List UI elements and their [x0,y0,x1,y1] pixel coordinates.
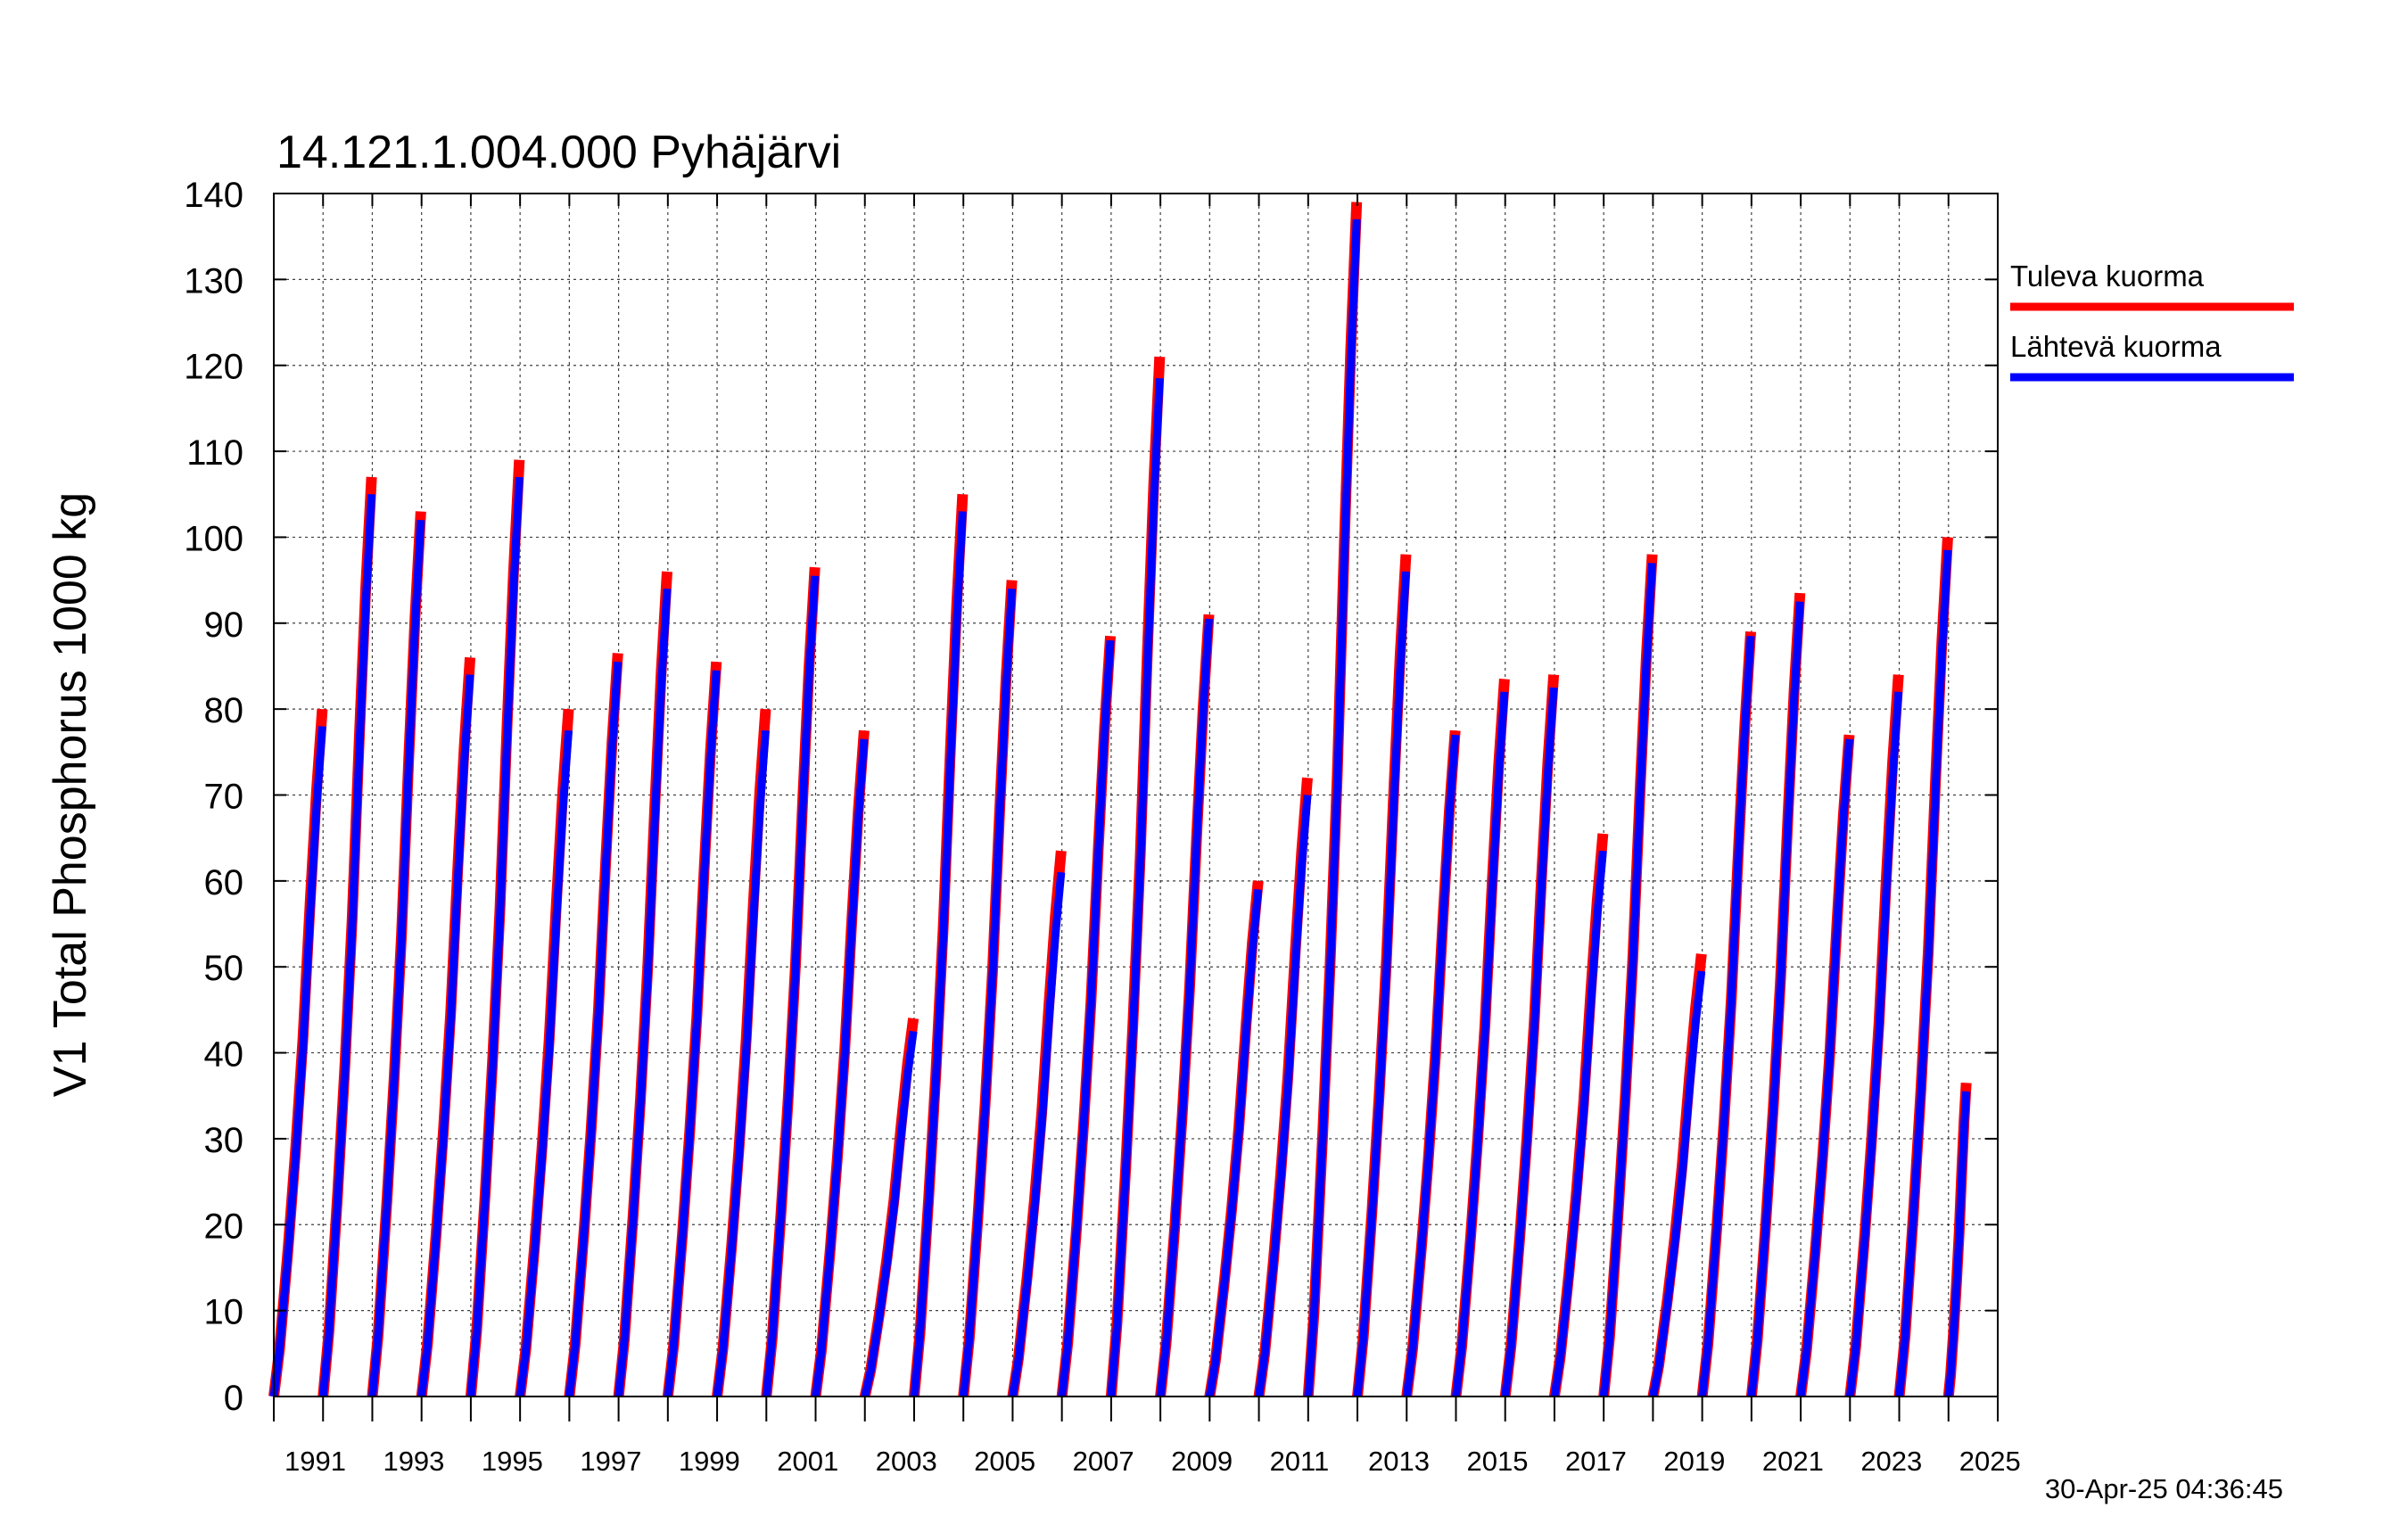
x-tick-label: 2013 [1368,1446,1430,1477]
x-tick-label: 2019 [1663,1446,1725,1477]
series-area [268,202,1972,1398]
x-tick-label: 2021 [1762,1446,1824,1477]
lahteva-curve-2020 [1747,601,1804,1397]
y-tick-label: 100 [184,519,243,558]
y-tick-label: 30 [204,1121,244,1160]
x-tick-label: 2011 [1270,1446,1330,1477]
lahteva-curve-2015 [1501,687,1558,1397]
x-tick-label: 1995 [482,1446,543,1477]
timestamp: 30-Apr-25 04:36:45 [2045,1473,2283,1504]
x-tick-label: 2015 [1466,1446,1528,1477]
lahteva-curve-1998 [664,670,721,1397]
y-tick-label: 110 [186,433,243,473]
lahteva-curve-2017 [1599,563,1657,1397]
lahteva-curve-2008 [1156,618,1214,1397]
x-tick-label: 2025 [1959,1446,2021,1477]
y-tick-label: 20 [204,1207,244,1246]
lahteva-curve-2014 [1452,691,1509,1397]
lahteva-curve-2009 [1205,889,1263,1397]
lahteva-curve-2005 [1008,871,1066,1397]
y-axis: 0 10 20 30 40 50 60 70 80 90 100 110 120 130 140 [184,176,1998,1418]
y-tick-label: 0 [224,1379,243,1418]
y-tick-label: 140 [184,176,243,215]
x-tick-label: 2003 [876,1446,937,1477]
lahteva-curve-1995 [515,729,573,1397]
lahteva-curve-2003 [910,511,967,1397]
y-axis-label: V1 Total Phosphorus 1000 kg [45,492,96,1097]
lahteva-curve-1997 [614,588,672,1397]
lahteva-curve-1996 [565,661,623,1397]
x-tick-label: 1993 [383,1446,444,1477]
x-tick-label: 2001 [777,1446,838,1477]
lahteva-curve-1992 [367,519,425,1397]
lahteva-curve-2011 [1304,218,1361,1397]
lahteva-curve-2001 [812,738,869,1397]
x-tick-label: 2017 [1565,1446,1627,1477]
legend-label-tuleva: Tuleva kuorma [2010,260,2205,292]
x-tick-label: 1999 [679,1446,740,1477]
lahteva-curve-2013 [1402,734,1460,1397]
lahteva-curve-1990 [269,726,326,1397]
lahteva-curve-2016 [1550,850,1607,1397]
x-tick-label: 2009 [1171,1446,1233,1477]
y-tick-label: 60 [204,863,244,902]
lahteva-curve-2002 [861,1030,918,1397]
lahteva-curve-1999 [713,729,770,1397]
chart: 0 10 20 30 40 50 60 70 80 90 100 110 120 130 140 1991 1… [45,127,2294,1504]
lahteva-curve-2022 [1845,691,1903,1397]
lahteva-curve-1991 [318,494,376,1397]
x-tick-label: 2007 [1073,1446,1134,1477]
y-tick-label: 120 [184,348,243,387]
y-tick-label: 50 [204,949,244,988]
y-tick-label: 130 [184,261,243,301]
lahteva-curve-2006 [1058,639,1115,1397]
lahteva-curve-2000 [762,575,820,1397]
lahteva-curve-1993 [417,674,474,1397]
y-tick-label: 40 [204,1035,244,1075]
lahteva-curve-2012 [1353,571,1410,1397]
lahteva-curve-2023 [1895,549,1952,1397]
legend-label-lahteva: Lähtevä kuorma [2010,330,2222,363]
lahteva-curve-2018 [1648,970,1706,1397]
y-tick-label: 10 [204,1293,244,1332]
y-tick-label: 80 [204,691,244,730]
legend: Tuleva kuorma Lähtevä kuorma [2010,260,2294,382]
lahteva-curve-2021 [1796,738,1853,1397]
y-tick-label: 70 [204,778,244,817]
lahteva-curve-2004 [959,588,1017,1397]
lahteva-curve-2010 [1255,795,1312,1397]
x-tick-label: 1991 [285,1446,346,1477]
lahteva-curve-1994 [466,476,524,1397]
chart-title: 14.121.1.004.000 Pyhäjärvi [276,127,841,178]
lahteva-curve-2019 [1698,635,1755,1397]
y-tick-label: 90 [204,606,244,645]
x-tick-label: 1997 [580,1446,641,1477]
lahteva-curve-2007 [1107,377,1164,1397]
x-tick-label: 2005 [974,1446,1035,1477]
x-tick-label: 2023 [1860,1446,1922,1477]
